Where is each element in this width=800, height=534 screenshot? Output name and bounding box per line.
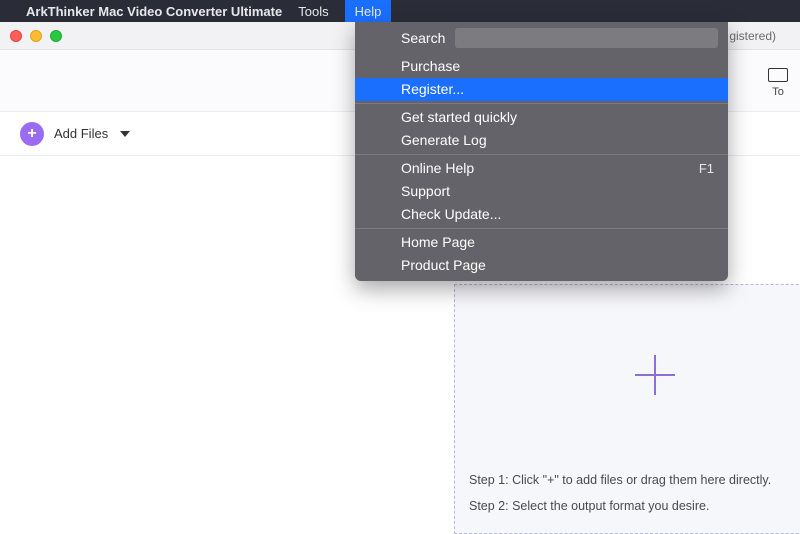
zoom-window-button[interactable] <box>50 30 62 42</box>
dropzone-instructions: Step 1: Click "+" to add files or drag t… <box>469 467 771 519</box>
window-traffic-lights <box>10 30 62 42</box>
menu-item-generate-log[interactable]: Generate Log <box>355 129 728 152</box>
menu-item-online-help[interactable]: Online Help F1 <box>355 157 728 180</box>
toolbox-label: To <box>768 86 788 98</box>
help-dropdown-menu: Search Purchase Register... Get started … <box>355 22 728 281</box>
app-menu[interactable]: ArkThinker Mac Video Converter Ultimate <box>26 4 282 19</box>
close-window-button[interactable] <box>10 30 22 42</box>
menu-help[interactable]: Help <box>345 0 392 22</box>
dropzone-step1: Step 1: Click "+" to add files or drag t… <box>469 467 771 493</box>
menu-item-home-page[interactable]: Home Page <box>355 231 728 254</box>
menu-item-product-page[interactable]: Product Page <box>355 254 728 277</box>
toolbox-icon <box>768 68 788 82</box>
menu-item-purchase[interactable]: Purchase <box>355 55 728 78</box>
shortcut-label: F1 <box>699 159 714 178</box>
help-search-input[interactable] <box>455 28 718 48</box>
add-files-label[interactable]: Add Files <box>54 126 108 141</box>
help-search-row: Search <box>355 22 728 55</box>
menu-item-check-update[interactable]: Check Update... <box>355 203 728 226</box>
registered-hint: gistered) <box>729 29 776 43</box>
menu-tools[interactable]: Tools <box>298 4 328 19</box>
help-search-label: Search <box>401 30 445 46</box>
toolbox-button[interactable]: To <box>768 68 788 98</box>
add-files-plus-icon[interactable]: + <box>20 122 44 146</box>
menu-item-register[interactable]: Register... <box>355 78 728 101</box>
menu-separator <box>355 228 728 229</box>
dropzone-step2: Step 2: Select the output format you des… <box>469 493 771 519</box>
menu-item-get-started[interactable]: Get started quickly <box>355 106 728 129</box>
add-files-dropdown-caret[interactable] <box>120 131 130 137</box>
mac-menubar: ArkThinker Mac Video Converter Ultimate … <box>0 0 800 22</box>
menu-separator <box>355 103 728 104</box>
file-drop-zone[interactable]: Step 1: Click "+" to add files or drag t… <box>454 284 800 534</box>
dropzone-plus-icon <box>635 355 675 395</box>
minimize-window-button[interactable] <box>30 30 42 42</box>
menu-item-support[interactable]: Support <box>355 180 728 203</box>
menu-separator <box>355 154 728 155</box>
